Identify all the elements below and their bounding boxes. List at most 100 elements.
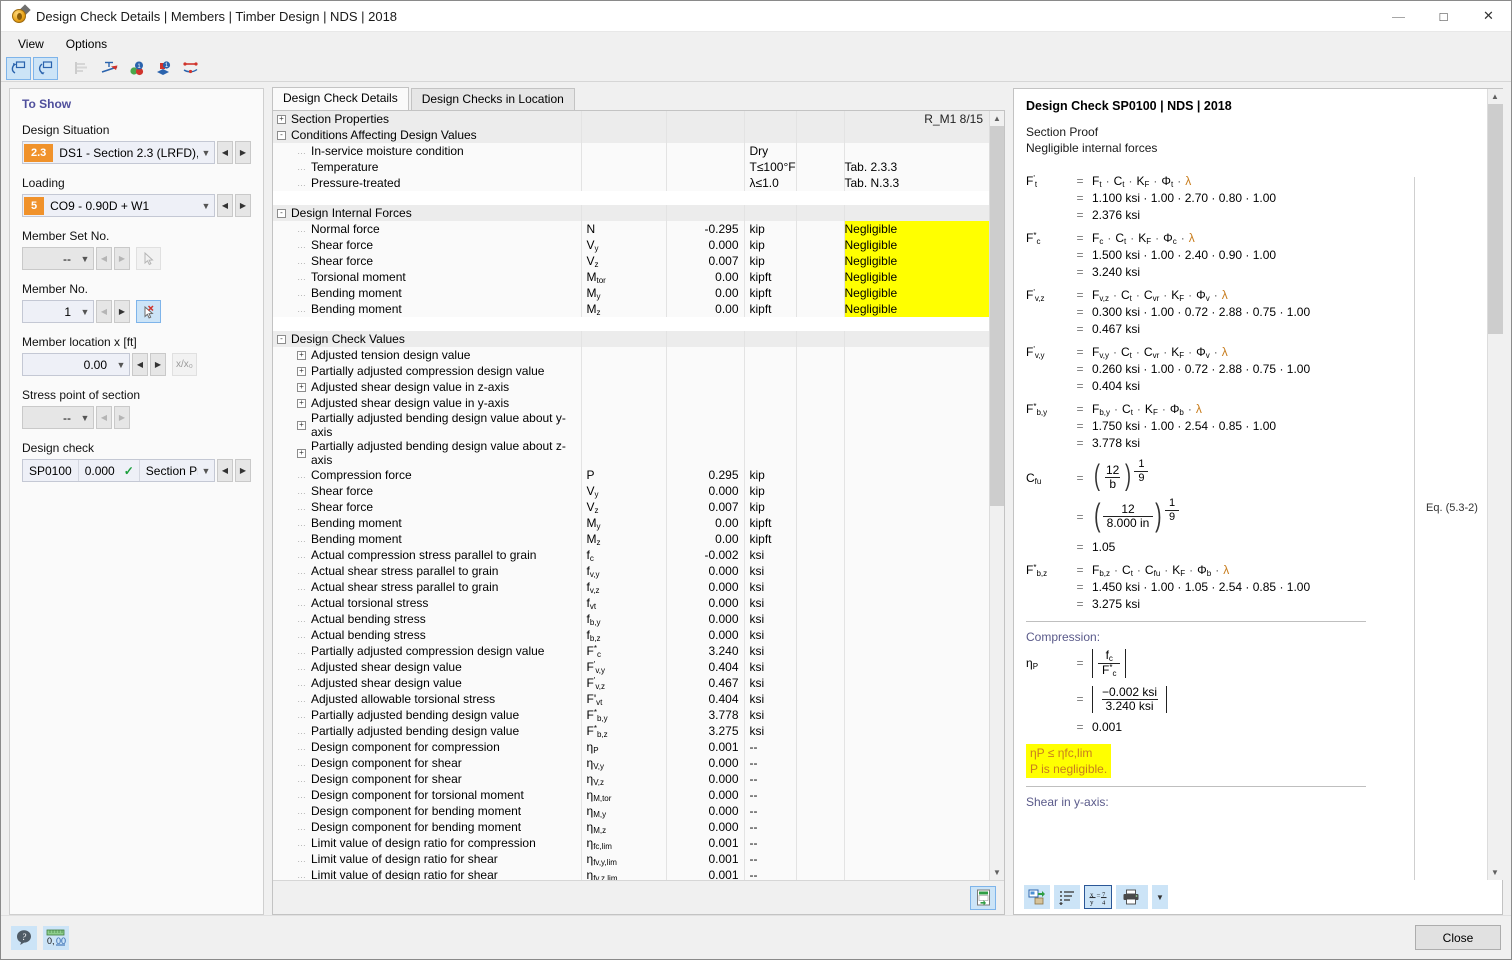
expander-plus-icon[interactable]: + [297, 366, 306, 376]
decimal-places-button[interactable]: 0, 00 [43, 925, 69, 950]
table-row[interactable]: … Bending moment Mz 0.00 kipft [273, 531, 989, 547]
member-set-no-next-button[interactable]: ▶ [114, 247, 130, 270]
scroll-down-icon[interactable]: ▼ [1487, 865, 1503, 880]
table-row[interactable]: … Actual bending stress fb,y 0.000 ksi [273, 611, 989, 627]
table-row[interactable]: … In-service moisture condition Dry [273, 143, 989, 159]
design-situation-next-button[interactable]: ▶ [235, 141, 251, 164]
minimize-button[interactable]: — [1376, 1, 1421, 32]
table-row[interactable]: … Adjusted shear design value F'v,z 0.467 ks… [273, 675, 989, 691]
table-row[interactable]: … Actual compression stress parallel to g… [273, 547, 989, 563]
member-no-combo[interactable]: 1 ▼ [22, 300, 94, 323]
table-row[interactable]: + Adjusted shear design value in y-axis [273, 395, 989, 411]
scroll-down-icon[interactable]: ▼ [989, 865, 1004, 880]
table-row[interactable]: - Design Internal Forces [273, 205, 989, 221]
table-row[interactable]: … Normal force N -0.295 kip Negligible [273, 221, 989, 237]
table-row[interactable]: … Partially adjusted bending design value… [273, 723, 989, 739]
export-printout-button[interactable] [1024, 885, 1050, 909]
expander-plus-icon[interactable]: + [297, 350, 306, 360]
scroll-up-icon[interactable]: ▲ [1487, 89, 1503, 104]
menu-options[interactable]: Options [57, 34, 116, 54]
print-button[interactable] [1116, 885, 1148, 909]
table-row[interactable]: + Adjusted shear design value in z-axis [273, 379, 989, 395]
details-list-button[interactable] [1054, 885, 1080, 909]
expander-minus-icon[interactable]: - [277, 334, 286, 344]
loading-next-button[interactable]: ▶ [235, 194, 251, 217]
member-set-no-combo[interactable]: -- ▼ [22, 247, 94, 270]
design-check-combo[interactable]: SP0100 0.000 ✓ Section Proof ... ▼ [22, 459, 215, 482]
loading-prev-button[interactable]: ◀ [217, 194, 233, 217]
load-combination-button[interactable]: 1 [124, 57, 149, 80]
design-check-next-button[interactable]: ▶ [235, 459, 251, 482]
table-row[interactable]: … Adjusted shear design value F'v,y 0.404 ks… [273, 659, 989, 675]
cross-section-button[interactable] [97, 57, 122, 80]
table-row[interactable]: … Limit value of design ratio for compres… [273, 835, 989, 851]
table-row[interactable]: … Bending moment My 0.00 kipft [273, 515, 989, 531]
expander-plus-icon[interactable]: + [297, 420, 306, 430]
export-to-excel-button[interactable] [970, 885, 996, 910]
formula-toggle-button[interactable]: x y = 7 4 [1084, 885, 1112, 909]
chevron-down-icon[interactable]: ▼ [198, 466, 214, 476]
expander-plus-icon[interactable]: + [297, 382, 306, 392]
tab-design-check-details[interactable]: Design Check Details [272, 87, 409, 110]
scroll-up-icon[interactable]: ▲ [989, 111, 1004, 126]
stress-point-combo[interactable]: -- ▼ [22, 406, 94, 429]
table-row[interactable]: … Actual torsional stress fvt 0.000 ksi [273, 595, 989, 611]
member-location-prev-button[interactable]: ◀ [132, 353, 148, 376]
maximize-button[interactable]: □ [1421, 1, 1466, 32]
close-dialog-button[interactable]: Close [1415, 925, 1501, 950]
loading-combo[interactable]: 5 CO9 - 0.90D + W1 ▼ [22, 194, 215, 217]
member-no-prev-button[interactable]: ◀ [96, 300, 112, 323]
expander-plus-icon[interactable]: + [277, 114, 286, 124]
design-situation-prev-button[interactable]: ◀ [217, 141, 233, 164]
scrollbar-thumb[interactable] [1487, 104, 1503, 334]
member-no-pick-button[interactable] [136, 300, 161, 323]
relative-location-toggle-button[interactable]: x/x₀ [172, 353, 197, 376]
table-row[interactable]: … Design component for shear ηV,y 0.000 -- [273, 755, 989, 771]
table-row[interactable]: + Partially adjusted bending design value… [273, 439, 989, 467]
details-table-scroll[interactable]: + Section Properties R_M1 8/15- Conditions … [273, 111, 989, 880]
table-row[interactable]: … Actual bending stress fb,z 0.000 ksi [273, 627, 989, 643]
scrollbar-track[interactable] [1487, 104, 1503, 865]
redo-navigation-button[interactable] [33, 56, 58, 80]
tab-design-checks-in-location[interactable]: Design Checks in Location [410, 88, 575, 110]
undo-navigation-button[interactable] [6, 56, 31, 80]
formula-vertical-scrollbar[interactable]: ▲ ▼ [1487, 89, 1503, 880]
table-row[interactable]: … Shear force Vy 0.000 kip [273, 483, 989, 499]
table-row[interactable]: … Torsional moment Mtor 0.00 kipft Negligible [273, 269, 989, 285]
expander-plus-icon[interactable]: + [297, 398, 306, 408]
table-row[interactable]: … Temperature T≤100°F Tab. 2.3.3 [273, 159, 989, 175]
member-set-no-prev-button[interactable]: ◀ [96, 247, 112, 270]
table-row[interactable]: … Actual shear stress parallel to grain fv… [273, 579, 989, 595]
table-row[interactable]: … Limit value of design ratio for shear ηf… [273, 867, 989, 880]
table-row[interactable]: … Shear force Vz 0.007 kip Negligible [273, 253, 989, 269]
table-row[interactable]: - Design Check Values [273, 331, 989, 347]
table-row[interactable]: + Partially adjusted bending design value… [273, 411, 989, 439]
chevron-down-icon[interactable]: ▼ [113, 360, 129, 370]
member-set-pick-button[interactable] [136, 247, 161, 270]
scrollbar-track[interactable] [989, 126, 1004, 865]
table-row[interactable]: … Limit value of design ratio for shear ηf… [273, 851, 989, 867]
expander-minus-icon[interactable]: - [277, 130, 286, 140]
chevron-down-icon[interactable]: ▼ [77, 254, 93, 264]
table-row[interactable]: + Section Properties R_M1 8/15 [273, 111, 989, 127]
member-no-next-button[interactable]: ▶ [114, 300, 130, 323]
table-row[interactable]: … Partially adjusted bending design value… [273, 707, 989, 723]
close-window-button[interactable]: ✕ [1466, 1, 1511, 32]
table-row[interactable]: … Shear force Vz 0.007 kip [273, 499, 989, 515]
table-row[interactable]: … Actual shear stress parallel to grain fv… [273, 563, 989, 579]
table-row[interactable]: … Bending moment Mz 0.00 kipft Negligible [273, 301, 989, 317]
member-location-next-button[interactable]: ▶ [150, 353, 166, 376]
help-button[interactable]: ? [11, 925, 37, 950]
table-row[interactable]: … Bending moment My 0.00 kipft Negligible [273, 285, 989, 301]
expander-plus-icon[interactable]: + [297, 448, 306, 458]
table-row[interactable]: … Design component for bending moment ηM,y… [273, 803, 989, 819]
member-axis-button[interactable] [178, 57, 203, 80]
table-row[interactable]: … Design component for torsional moment ηM… [273, 787, 989, 803]
chevron-down-icon[interactable]: ▼ [77, 413, 93, 423]
member-location-combo[interactable]: 0.00 ▼ [22, 353, 130, 376]
details-vertical-scrollbar[interactable]: ▲ ▼ [989, 111, 1004, 880]
chevron-down-icon[interactable]: ▼ [77, 307, 93, 317]
table-row[interactable]: … Design component for bending moment ηM,z… [273, 819, 989, 835]
chevron-down-icon[interactable]: ▼ [198, 148, 214, 158]
design-situation-combo[interactable]: 2.3 DS1 - Section 2.3 (LRFD), 1. t... ▼ [22, 141, 215, 164]
